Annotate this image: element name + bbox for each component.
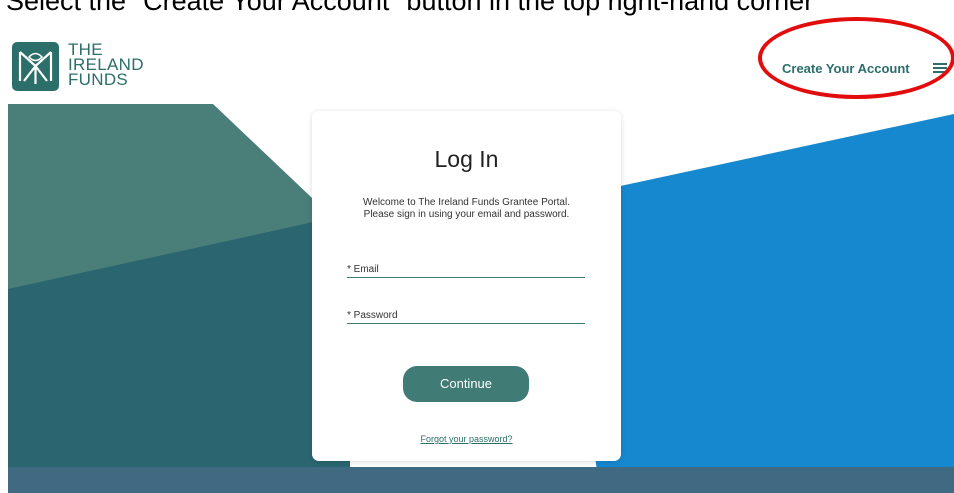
email-label: * Email xyxy=(347,264,379,275)
continue-button[interactable]: Continue xyxy=(403,366,529,402)
password-field[interactable]: * Password xyxy=(347,306,585,324)
welcome-line-1: Welcome to The Ireland Funds Grantee Por… xyxy=(363,197,570,208)
login-title: Log In xyxy=(434,146,499,172)
email-field[interactable]: * Email xyxy=(347,260,585,278)
ireland-funds-logo[interactable]: THE IRELAND FUNDS xyxy=(12,41,144,91)
forgot-password-link[interactable]: Forgot your password? xyxy=(312,434,621,444)
welcome-message: Welcome to The Ireland Funds Grantee Por… xyxy=(332,197,601,221)
shamrock-logo-icon xyxy=(12,42,59,91)
password-label: * Password xyxy=(347,310,398,321)
welcome-line-2: Please sign in using your email and pass… xyxy=(363,209,570,220)
logo-text: THE IRELAND FUNDS xyxy=(68,41,144,89)
logo-line-funds: FUNDS xyxy=(68,70,129,89)
login-card: Log In Welcome to The Ireland Funds Gran… xyxy=(312,111,621,461)
red-highlight-circle xyxy=(758,17,954,99)
